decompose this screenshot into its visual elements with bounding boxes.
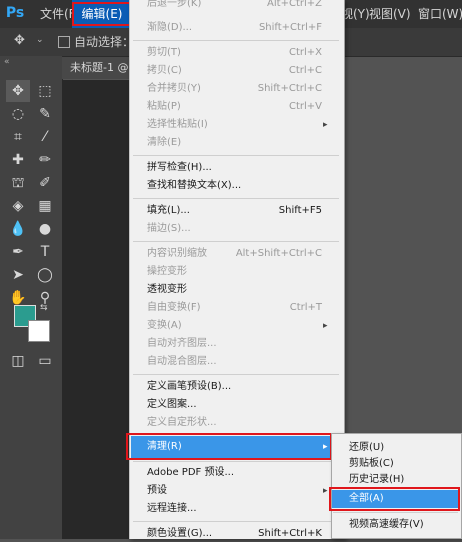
menu-separator <box>133 198 339 199</box>
submenu-item-clipboard[interactable]: 剪贴板(C) <box>349 456 394 472</box>
submenu-arrow-icon: ▸ <box>323 120 328 130</box>
shortcut: Ctrl+C <box>288 65 322 76</box>
collapse-icon[interactable]: « <box>4 57 10 67</box>
move-tool-icon[interactable]: ✥ <box>6 80 30 102</box>
menu-item-define-pattern[interactable]: 定义图案... <box>147 397 197 413</box>
path-select-icon[interactable]: ➤ <box>6 264 30 286</box>
submenu-item-histories[interactable]: 历史记录(H) <box>349 472 404 488</box>
shape-tool-icon[interactable]: ◯ <box>33 264 57 286</box>
menu-item-step-backward[interactable]: 后退一步(K) <box>147 0 201 12</box>
eraser-icon[interactable]: ◈ <box>6 195 30 217</box>
menu-item-auto-blend-layers[interactable]: 自动混合图层... <box>147 354 217 370</box>
menu-item-perspective-warp[interactable]: 透视变形 <box>147 282 187 298</box>
edit-menu-highlight-box <box>72 2 132 26</box>
marquee-tool-icon[interactable]: ⬚ <box>33 80 57 102</box>
all-highlight-box <box>329 487 460 511</box>
menu-separator <box>133 155 339 156</box>
submenu-item-undo[interactable]: 还原(U) <box>349 440 384 456</box>
photoshop-logo: Ps <box>5 5 25 21</box>
menu-item-paste-special[interactable]: 选择性粘贴(I) <box>147 117 208 133</box>
menu-item-content-aware-scale[interactable]: 内容识别缩放 <box>147 246 207 262</box>
menu-separator <box>133 374 339 375</box>
submenu-arrow-icon: ▸ <box>323 486 328 496</box>
canvas-area <box>62 80 132 539</box>
menu-item-adobe-pdf-presets[interactable]: Adobe PDF 预设... <box>147 465 234 481</box>
lasso-tool-icon[interactable]: ◌ <box>6 103 30 125</box>
quick-mask-icon[interactable]: ◫ <box>6 350 30 372</box>
menu-item-free-transform[interactable]: 自由变换(F) <box>147 300 201 316</box>
auto-select-label: 自动选择： <box>74 35 135 49</box>
menu-item-define-brush[interactable]: 定义画笔预设(B)... <box>147 379 231 395</box>
auto-select-checkbox[interactable] <box>58 36 70 48</box>
clone-stamp-icon[interactable]: ⛫ <box>6 172 30 194</box>
menu-3d-partial[interactable]: 视(Y) <box>341 0 370 28</box>
brush-tool-icon[interactable]: ✏ <box>33 149 57 171</box>
menu-item-auto-align-layers[interactable]: 自动对齐图层... <box>147 336 217 352</box>
menu-view[interactable]: 视图(V) <box>369 0 411 28</box>
menu-item-transform[interactable]: 变换(A) <box>147 318 182 334</box>
quick-select-icon[interactable]: ✎ <box>33 103 57 125</box>
shortcut: Shift+Ctrl+K <box>258 528 322 539</box>
background-color-swatch[interactable] <box>28 320 50 342</box>
menu-item-fade[interactable]: 渐隐(D)... <box>147 20 192 36</box>
menu-item-cut[interactable]: 剪切(T) <box>147 45 181 61</box>
shortcut: Ctrl+X <box>288 47 322 58</box>
menu-separator <box>133 521 339 522</box>
healing-brush-icon[interactable]: ✚ <box>6 149 30 171</box>
shortcut: Ctrl+V <box>288 101 322 112</box>
menu-item-remote-connections[interactable]: 远程连接... <box>147 501 197 517</box>
history-brush-icon[interactable]: ✐ <box>33 172 57 194</box>
menu-item-define-custom-shape[interactable]: 定义自定形状... <box>147 415 217 431</box>
submenu-arrow-icon: ▸ <box>323 321 328 331</box>
menu-item-fill[interactable]: 填充(L)... <box>147 203 190 219</box>
shortcut: Alt+Shift+Ctrl+C <box>235 248 322 259</box>
blur-icon[interactable]: 💧 <box>6 218 30 240</box>
menu-separator <box>133 40 339 41</box>
shortcut: Shift+F5 <box>278 205 322 216</box>
shortcut: Shift+Ctrl+C <box>257 83 322 94</box>
menu-item-paste[interactable]: 粘贴(P) <box>147 99 181 115</box>
shortcut: Ctrl+T <box>289 302 322 313</box>
menu-item-clear[interactable]: 清除(E) <box>147 135 181 151</box>
menu-item-puppet-warp[interactable]: 操控变形 <box>147 264 187 280</box>
crop-tool-icon[interactable]: ⌗ <box>6 126 30 148</box>
menu-item-stroke[interactable]: 描边(S)... <box>147 221 191 237</box>
swap-colors-icon[interactable]: ⇆ <box>40 303 48 313</box>
menu-window[interactable]: 窗口(W) <box>418 0 462 28</box>
chevron-down-icon[interactable]: ⌄ <box>36 35 44 45</box>
menu-item-presets[interactable]: 预设 <box>147 483 167 499</box>
screen-mode-icon[interactable]: ▭ <box>33 350 57 372</box>
menu-separator <box>133 241 339 242</box>
menu-separator <box>133 461 339 462</box>
pen-tool-icon[interactable]: ✒ <box>6 241 30 263</box>
menu-item-color-settings[interactable]: 颜色设置(G)... <box>147 526 212 542</box>
submenu-item-video-cache[interactable]: 视频高速缓存(V) <box>349 517 424 533</box>
menu-item-find-replace[interactable]: 查找和替换文本(X)... <box>147 178 241 194</box>
menu-item-copy-merged[interactable]: 合并拷贝(Y) <box>147 81 201 97</box>
menu-item-copy[interactable]: 拷贝(C) <box>147 63 182 79</box>
dodge-icon[interactable]: ● <box>33 218 57 240</box>
shortcut: Shift+Ctrl+F <box>258 22 322 33</box>
gradient-icon[interactable]: ▦ <box>33 195 57 217</box>
shortcut: Alt+Ctrl+Z <box>267 0 322 9</box>
type-tool-icon[interactable]: T <box>33 241 57 263</box>
eyedropper-icon[interactable]: ⁄ <box>33 126 57 148</box>
menu-item-spell-check[interactable]: 拼写检查(H)... <box>147 160 212 176</box>
purge-highlight-box <box>126 433 332 460</box>
move-tool-icon[interactable]: ✥ <box>14 33 25 48</box>
menu-separator <box>333 512 458 513</box>
